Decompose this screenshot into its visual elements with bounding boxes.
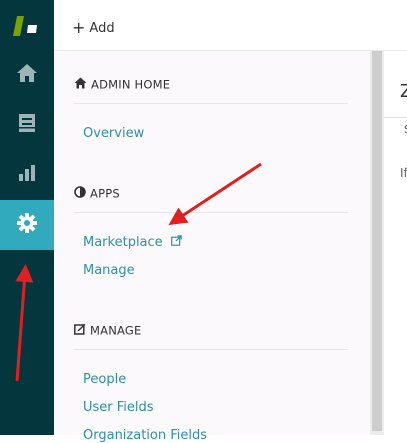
gear-icon	[16, 212, 38, 238]
edit-icon	[74, 323, 86, 338]
home-icon	[74, 77, 87, 92]
menu-link-manage[interactable]: Manage	[83, 263, 135, 278]
menu-link-overview[interactable]: Overview	[83, 126, 144, 141]
menu-link-user-fields[interactable]: User Fields	[83, 400, 154, 415]
top-bar: + Add	[54, 0, 407, 51]
nav-views[interactable]	[0, 100, 54, 150]
content-text: If	[400, 166, 407, 180]
views-icon	[18, 113, 36, 137]
menu-link-marketplace[interactable]: Marketplace	[83, 235, 182, 250]
main-content: Z S If	[384, 51, 407, 435]
page-title: Z	[400, 81, 407, 102]
divider	[384, 117, 407, 118]
admin-menu: ADMIN HOME Overview APPS Marketplace Man…	[54, 51, 370, 443]
left-nav	[0, 0, 54, 435]
reports-icon	[18, 164, 36, 186]
add-label: Add	[89, 21, 115, 36]
section-header-apps: APPS	[74, 186, 348, 213]
scrollbar-thumb[interactable]	[372, 51, 382, 431]
marketplace-label: Marketplace	[83, 235, 163, 250]
nav-reporting[interactable]	[0, 150, 54, 200]
section-header-admin-home: ADMIN HOME	[74, 77, 348, 104]
apps-icon	[74, 186, 86, 201]
nav-home[interactable]	[0, 50, 54, 100]
section-header-manage: MANAGE	[74, 323, 348, 350]
add-button[interactable]: + Add	[72, 17, 115, 37]
zendesk-logo[interactable]	[0, 0, 54, 50]
menu-link-organization-fields[interactable]: Organization Fields	[83, 428, 207, 443]
home-icon	[16, 63, 38, 87]
plus-icon: +	[72, 18, 86, 37]
nav-admin[interactable]	[0, 200, 54, 250]
menu-link-people[interactable]: People	[83, 372, 126, 387]
external-link-icon	[170, 235, 182, 250]
